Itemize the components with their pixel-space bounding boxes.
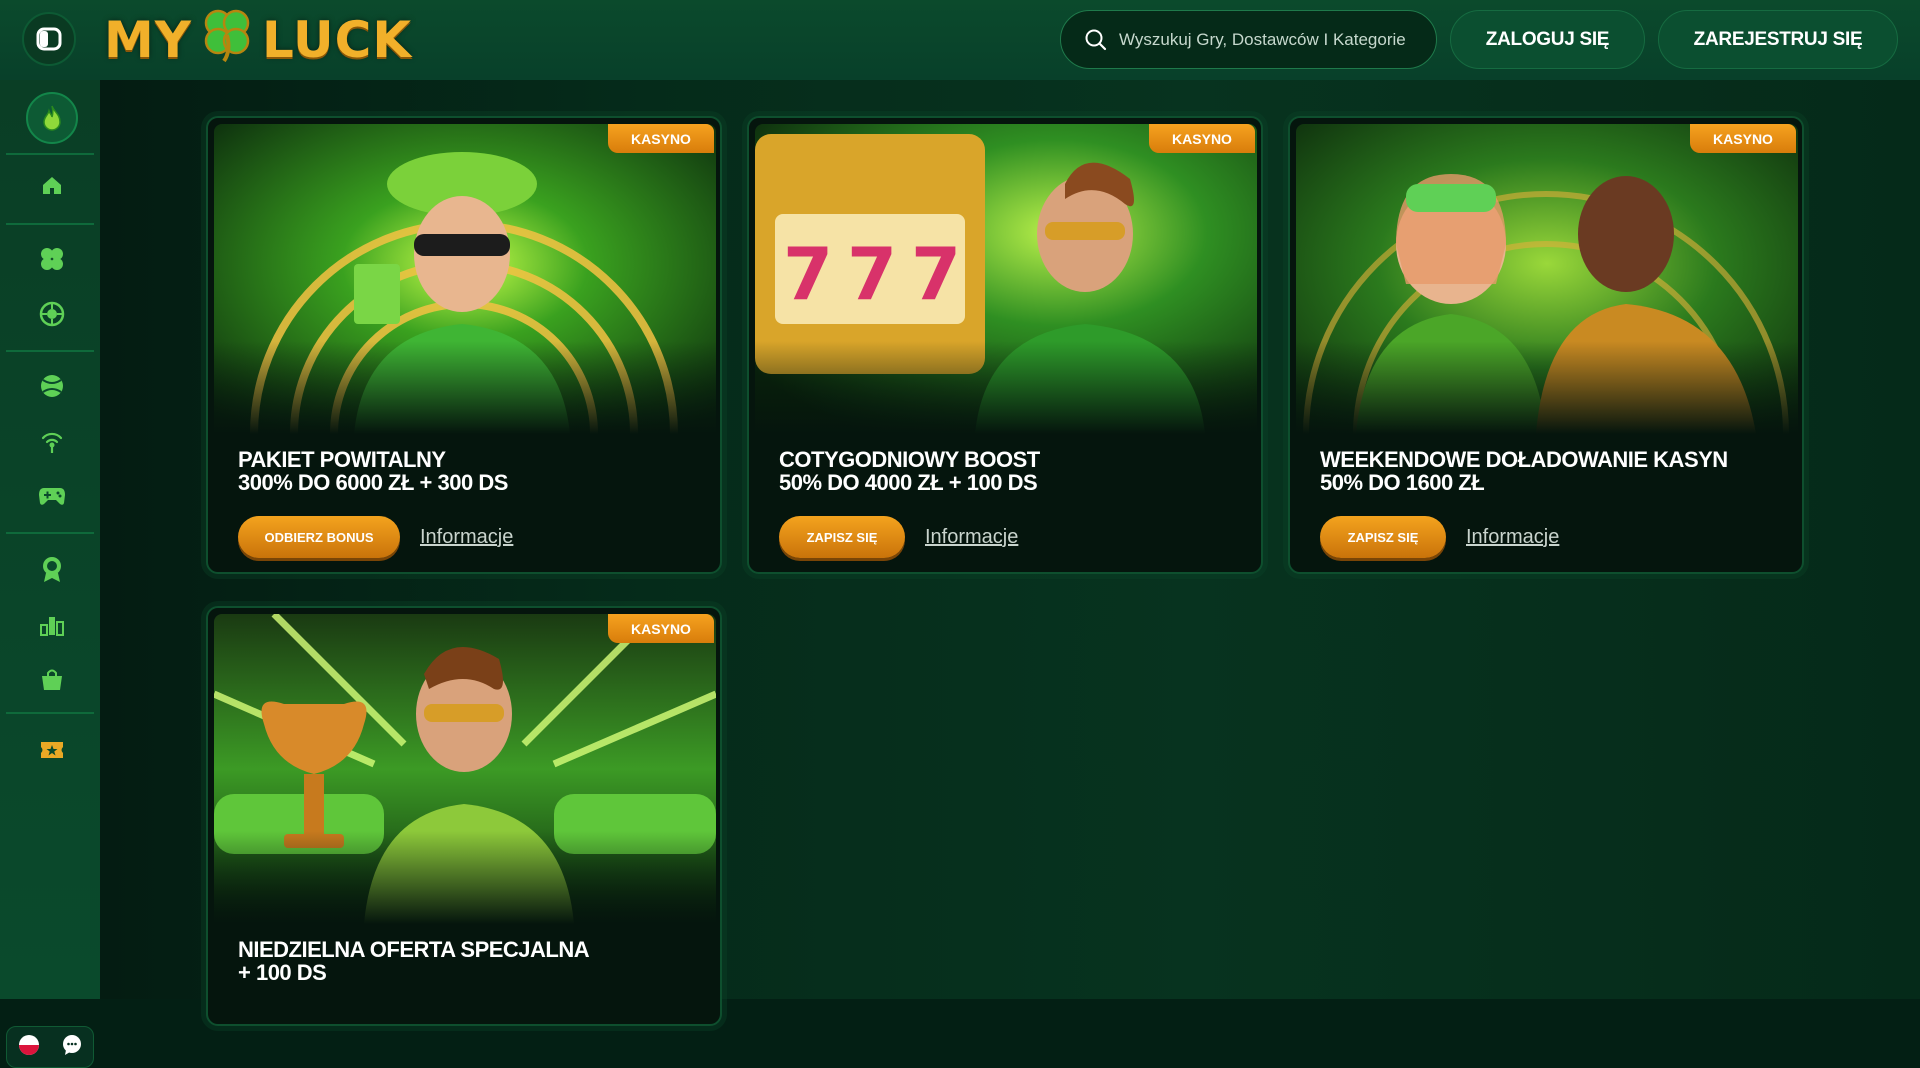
clover-logo-icon	[198, 5, 256, 75]
promo-title: WEEKENDOWE DOŁADOWANIE KASYN 50% DO 1600…	[1320, 447, 1728, 495]
logo-text-luck: LUCK	[261, 11, 413, 69]
claim-bonus-button[interactable]: ODBIERZ BONUS	[238, 516, 400, 558]
sidebar-item-vip[interactable]	[25, 728, 79, 772]
sidebar-item-casino[interactable]	[25, 237, 79, 281]
promo-card-sunday-special[interactable]: KASYNO NIEDZIELNA OFERTA SPECJALNA + 100…	[206, 606, 722, 1026]
chat-icon[interactable]	[61, 1034, 83, 1061]
category-badge: KASYNO	[1690, 124, 1796, 153]
logo[interactable]: MY LUCK	[104, 9, 413, 69]
sidebar-item-esports[interactable]	[25, 474, 79, 518]
sidebar-item-hot[interactable]	[26, 92, 78, 144]
sidebar-toggle-icon	[36, 27, 62, 51]
shop-icon	[42, 669, 62, 690]
sidebar-divider	[6, 532, 94, 534]
sports-ball-icon	[41, 375, 63, 397]
sidebar-item-live-casino[interactable]	[25, 292, 79, 336]
ticket-icon	[41, 742, 63, 758]
promo-image-welcome	[214, 124, 716, 434]
promo-image-sunday-special	[214, 614, 716, 924]
info-link[interactable]: Informacje	[1466, 526, 1559, 549]
category-badge: KASYNO	[1149, 124, 1255, 153]
roulette-icon	[39, 301, 65, 327]
info-link[interactable]: Informacje	[420, 526, 513, 549]
gamepad-icon	[39, 488, 65, 505]
promo-card-weekend-reload[interactable]: KASYNO WEEKENDOWE DOŁADOWANIE KASYN 50% …	[1288, 116, 1804, 574]
promotions-grid: KASYNO PAKIET POWITALNY 300% DO 6000 ZŁ …	[100, 80, 1920, 1026]
sidebar-footer	[6, 1026, 94, 1068]
sign-up-button[interactable]: ZAPISZ SIĘ	[1320, 516, 1446, 558]
logo-text-my: MY	[104, 11, 192, 69]
sidebar-divider	[6, 153, 94, 155]
search-bar[interactable]	[1060, 10, 1437, 69]
live-signal-icon	[41, 432, 63, 453]
sidebar-item-sports[interactable]	[25, 364, 79, 408]
promo-title: PAKIET POWITALNY 300% DO 6000 ZŁ + 300 D…	[238, 447, 508, 495]
sidebar-item-promotions[interactable]	[25, 547, 79, 591]
sidebar	[0, 80, 100, 1068]
sidebar-divider	[6, 223, 94, 225]
promo-image-weekly-boost: 777	[755, 124, 1257, 434]
promo-title: NIEDZIELNA OFERTA SPECJALNA + 100 DS	[238, 937, 590, 985]
category-badge: KASYNO	[608, 124, 714, 153]
leaderboard-icon	[40, 617, 64, 636]
search-input[interactable]	[1117, 28, 1431, 51]
login-button[interactable]: ZALOGUJ SIĘ	[1450, 10, 1645, 69]
promo-card-welcome[interactable]: KASYNO PAKIET POWITALNY 300% DO 6000 ZŁ …	[206, 116, 722, 574]
sidebar-item-shop[interactable]	[25, 658, 79, 702]
promo-image-weekend-reload	[1296, 124, 1798, 434]
category-badge: KASYNO	[608, 614, 714, 643]
search-icon	[1085, 29, 1107, 50]
sign-up-button[interactable]: ZAPISZ SIĘ	[779, 516, 905, 558]
sidebar-item-home[interactable]	[25, 163, 79, 207]
sidebar-divider	[6, 712, 94, 714]
language-flag-pl-icon[interactable]	[18, 1034, 40, 1061]
sidebar-toggle-button[interactable]	[22, 12, 76, 66]
register-button[interactable]: ZAREJESTRUJ SIĘ	[1658, 10, 1898, 69]
sidebar-item-leaderboard[interactable]	[25, 603, 79, 647]
home-icon	[43, 177, 61, 194]
flame-icon	[43, 105, 61, 131]
clover-icon	[41, 248, 63, 270]
promo-card-weekly-boost[interactable]: 777 KASYNO COTYGODNIOWY BOOST 50% DO 400…	[747, 116, 1263, 574]
sidebar-divider	[6, 350, 94, 352]
info-link[interactable]: Informacje	[925, 526, 1018, 549]
sidebar-item-live[interactable]	[25, 419, 79, 463]
award-icon	[43, 557, 61, 582]
promo-title: COTYGODNIOWY BOOST 50% DO 4000 ZŁ + 100 …	[779, 447, 1040, 495]
top-header: MY LUCK ZALOGUJ SIĘ ZAREJESTRUJ SIĘ	[0, 0, 1920, 80]
